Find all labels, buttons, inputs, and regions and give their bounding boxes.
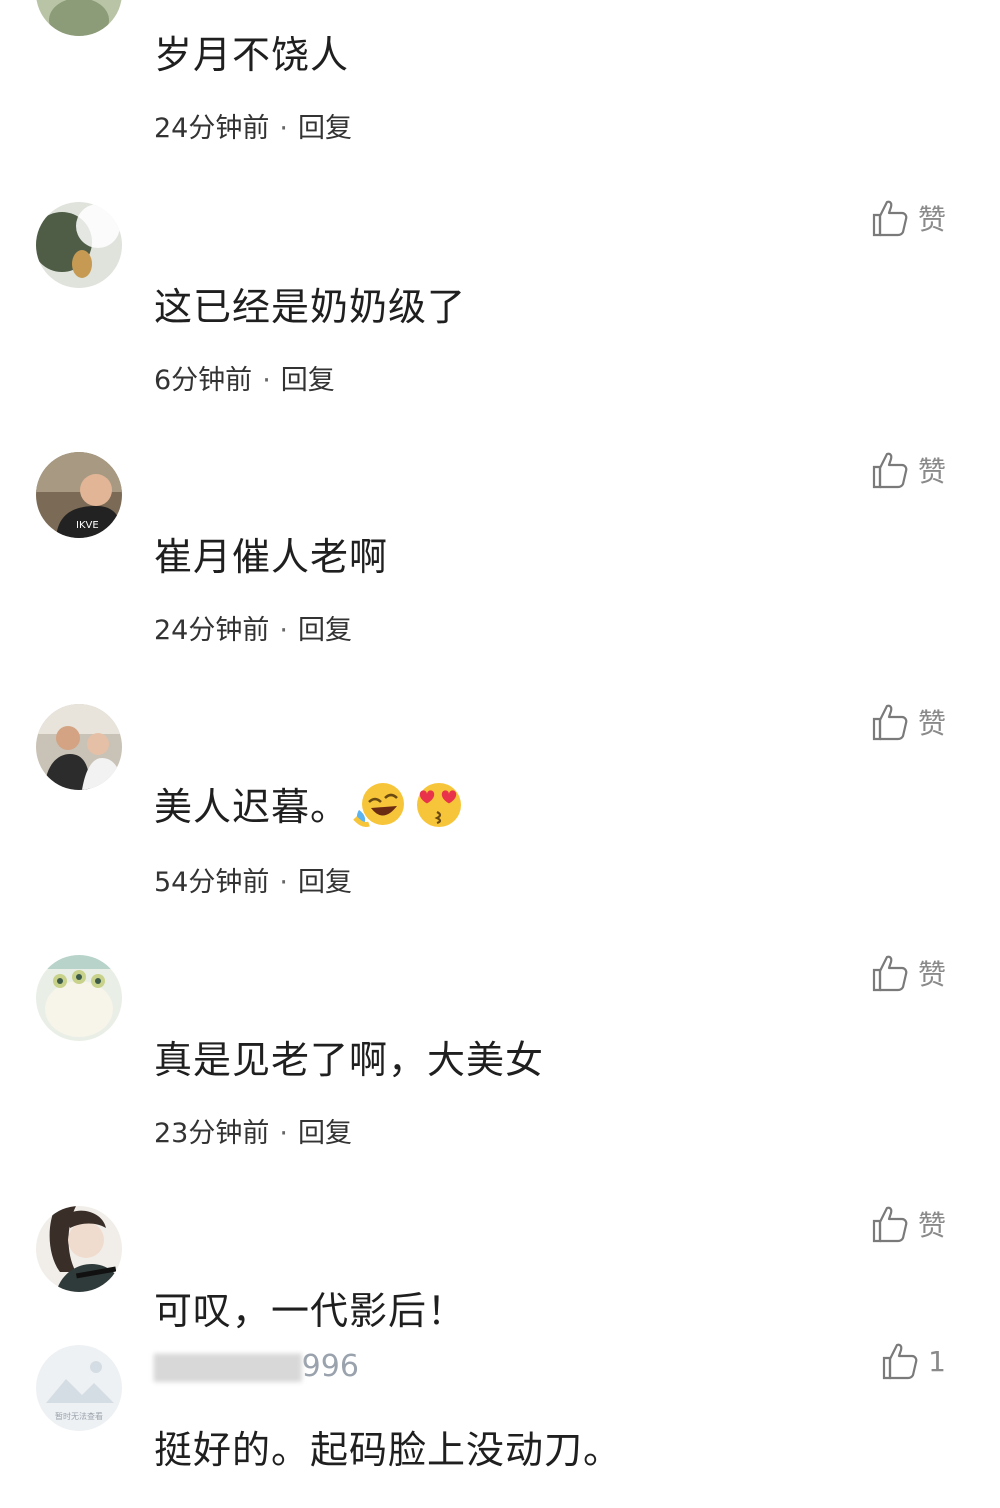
comment-time: 24分钟前 (154, 113, 270, 144)
reply-button[interactable]: 回复 (298, 1118, 352, 1149)
like-button[interactable]: 赞 (870, 951, 946, 995)
separator-dot: · (262, 365, 271, 396)
thumbs-up-icon (872, 955, 908, 992)
comment-text: 真是见老了啊，大美女 (154, 1038, 545, 1082)
separator-dot: · (279, 113, 288, 144)
like-button[interactable]: 赞 (870, 1202, 946, 1246)
avatar[interactable] (36, 1206, 122, 1292)
avatar[interactable] (36, 955, 122, 1041)
like-count: 1 (928, 1344, 946, 1378)
avatar-caption: 暂时无法查看 (55, 1411, 103, 1421)
avatar[interactable] (36, 0, 122, 36)
avatar[interactable] (36, 704, 122, 790)
comment-time: 23分钟前 (154, 1118, 270, 1149)
like-button[interactable]: 赞 (870, 448, 946, 492)
thumbs-up-icon (872, 200, 908, 237)
like-button[interactable]: 赞 (870, 700, 946, 744)
comment-text: 崔月催人老啊 (154, 535, 389, 579)
comment-time: 24分钟前 (154, 615, 270, 646)
heart-eyes-kiss-emoji (413, 780, 465, 839)
comment-meta: 23分钟前 · 回复 (154, 1111, 352, 1150)
avatar[interactable]: IKVE (36, 452, 122, 538)
like-label: 赞 (917, 455, 946, 488)
thumbs-up-icon (872, 704, 908, 741)
comment-meta: 24分钟前 · 回复 (154, 608, 352, 647)
comment-meta: 6分钟前 · 回复 (154, 358, 335, 397)
reply-button[interactable]: 回复 (298, 615, 352, 646)
reply-button[interactable]: 回复 (298, 867, 352, 898)
reply-button[interactable]: 回复 (298, 113, 352, 144)
like-button[interactable]: 赞 (870, 196, 946, 240)
thumbs-up-icon (872, 1206, 908, 1243)
comment-text: 美人迟暮。 (154, 776, 465, 839)
rolling-laughing-emoji (353, 780, 409, 839)
separator-dot: · (279, 615, 288, 646)
thumbs-up-icon (883, 1343, 918, 1380)
separator-dot: · (279, 867, 288, 898)
svg-text:IKVE: IKVE (76, 520, 99, 531)
username-suffix: 996 (301, 1349, 359, 1384)
like-label: 赞 (917, 707, 946, 740)
comment-time: 6分钟前 (154, 365, 253, 396)
username[interactable]: ████████996 (154, 1349, 359, 1384)
comment-text-body: 美人迟暮。 (154, 785, 350, 829)
thumbs-up-icon (872, 452, 908, 489)
like-label: 赞 (917, 1209, 946, 1242)
comment-meta: 24分钟前 · 回复 (154, 106, 352, 145)
comment-text: 岁月不饶人 (154, 33, 350, 77)
separator-dot: · (279, 1118, 288, 1149)
like-label: 赞 (917, 958, 946, 991)
comment-text: 挺好的。起码脸上没动刀。 (154, 1428, 623, 1472)
reply-button[interactable]: 回复 (281, 365, 335, 396)
comment-time: 54分钟前 (154, 867, 270, 898)
avatar[interactable] (36, 202, 122, 288)
comment-text: 这已经是奶奶级了 (154, 285, 467, 329)
like-button[interactable]: 1 (880, 1339, 946, 1383)
username-blurred: ████████ (154, 1354, 302, 1382)
like-label: 赞 (917, 203, 946, 236)
comment-text: 可叹，一代影后！ (154, 1289, 467, 1333)
comment-meta: 54分钟前 · 回复 (154, 860, 352, 899)
avatar[interactable]: 暂时无法查看 (36, 1345, 122, 1431)
